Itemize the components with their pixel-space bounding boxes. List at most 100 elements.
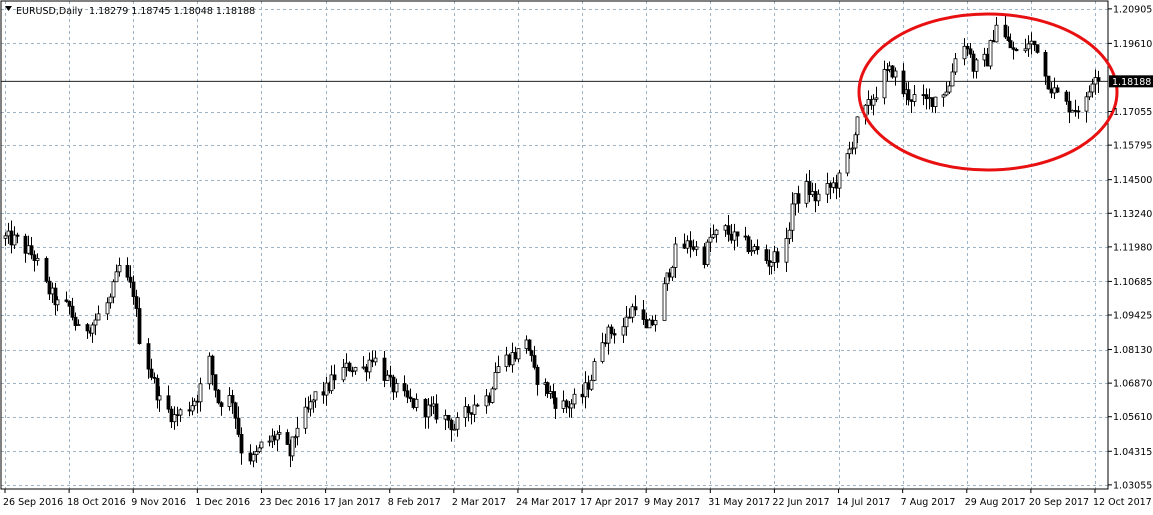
candle-body-bull bbox=[329, 374, 334, 392]
candle-body-bull bbox=[711, 234, 716, 238]
candle-body-bear bbox=[1073, 110, 1078, 112]
candle-body-bear bbox=[1043, 51, 1048, 77]
candle-body-bull bbox=[178, 409, 183, 416]
candle-body-bull bbox=[732, 231, 737, 241]
candle-body-bear bbox=[702, 246, 707, 265]
candle-body-bear bbox=[466, 406, 471, 414]
candle-body-bear bbox=[32, 254, 37, 261]
chart-background bbox=[0, 0, 1153, 515]
candle-body-bull bbox=[373, 357, 378, 363]
candle-body-bull bbox=[1070, 110, 1075, 113]
candle-body-bear bbox=[70, 305, 75, 318]
candle bbox=[259, 441, 264, 450]
candle-body-bear bbox=[23, 235, 28, 254]
candle-body-bull bbox=[50, 287, 55, 295]
candle-body-bull bbox=[793, 193, 798, 205]
candle-body-bull bbox=[198, 383, 203, 403]
candle-body-bull bbox=[816, 193, 821, 202]
candle-body-bear bbox=[726, 225, 731, 235]
candle-body-bull bbox=[708, 236, 713, 243]
candle-body-bull bbox=[653, 320, 658, 326]
candle-body-bear bbox=[449, 419, 454, 431]
candle-body-bear bbox=[529, 350, 534, 356]
candle-body-bull bbox=[662, 283, 667, 321]
x-tick-label: 8 Feb 2017 bbox=[388, 497, 441, 508]
x-tick-label: 7 Aug 2017 bbox=[901, 497, 956, 508]
x-tick-label: 1 Dec 2016 bbox=[195, 497, 250, 508]
candle-body-bear bbox=[688, 240, 693, 248]
y-tick-label: 1.06870 bbox=[1113, 379, 1152, 390]
candle-body-bear bbox=[233, 402, 238, 419]
candle-body-bull bbox=[472, 404, 477, 415]
price-chart[interactable]: 1.20905 1.19610 1.17055 1.15795 1.14500 1.132… bbox=[0, 0, 1153, 515]
candle-body-bull bbox=[3, 235, 8, 239]
candle-body-bull bbox=[35, 258, 40, 261]
candle-body-bull bbox=[752, 246, 757, 251]
candle-body-bull bbox=[1023, 48, 1028, 52]
candle-body-bear bbox=[388, 374, 393, 378]
candle-body-bear bbox=[921, 94, 926, 96]
candle-body-bear bbox=[9, 230, 14, 246]
candle-body-bull bbox=[443, 414, 448, 420]
candle-body-bull bbox=[583, 382, 588, 398]
candle-body-bull bbox=[804, 181, 809, 204]
candle-body-bear bbox=[350, 370, 355, 373]
candle-body-bull bbox=[324, 382, 329, 396]
candle-body-bear bbox=[1064, 91, 1069, 102]
candle-body-bear bbox=[586, 382, 591, 390]
candle-body-bull bbox=[105, 302, 110, 315]
y-tick-label: 1.05610 bbox=[1113, 412, 1152, 423]
candle-body-bear bbox=[535, 366, 540, 385]
candle-body-bear bbox=[627, 316, 632, 319]
x-tick-label: 29 Aug 2017 bbox=[965, 497, 1026, 508]
candle-body-bear bbox=[1076, 110, 1081, 113]
y-tick-label: 1.13240 bbox=[1113, 209, 1152, 220]
candle bbox=[490, 386, 495, 404]
candle-body-bear bbox=[423, 398, 428, 418]
candle-body-bull bbox=[484, 395, 489, 407]
candle-body-bull bbox=[290, 436, 295, 457]
candle-body-bear bbox=[1014, 48, 1019, 52]
x-tick-label: 23 Dec 2016 bbox=[259, 497, 320, 508]
candle-body-bear bbox=[1003, 24, 1008, 38]
candle bbox=[988, 39, 993, 70]
candle-body-bull bbox=[524, 339, 529, 350]
y-tick-label: 1.03055 bbox=[1113, 480, 1152, 491]
candle-body-bull bbox=[850, 147, 855, 150]
candle-body-bull bbox=[90, 324, 95, 334]
candle-body-bear bbox=[667, 272, 672, 278]
candle-body-bear bbox=[968, 48, 973, 55]
candle-body-bull bbox=[1090, 83, 1095, 93]
candle-body-bull bbox=[172, 414, 177, 423]
candle bbox=[207, 352, 212, 390]
candle-body-bull bbox=[694, 246, 699, 250]
candle-body-bull bbox=[982, 53, 987, 61]
candle-body-bull bbox=[621, 326, 626, 336]
candle-body-bull bbox=[117, 265, 122, 273]
candle-body-bull bbox=[190, 405, 195, 412]
candle bbox=[845, 152, 850, 177]
candle-body-bull bbox=[1093, 77, 1098, 85]
candle-body-bull bbox=[267, 440, 272, 443]
candle bbox=[662, 277, 667, 321]
candle-body-bull bbox=[111, 281, 116, 298]
candle-body-bull bbox=[561, 400, 566, 409]
x-tick-label: 22 Jun 2017 bbox=[772, 497, 829, 508]
candle-body-bull bbox=[295, 427, 300, 438]
candle-body-bear bbox=[1011, 47, 1016, 50]
candle-body-bear bbox=[347, 362, 352, 372]
candle bbox=[890, 65, 895, 79]
candle-body-bull bbox=[874, 97, 879, 100]
candle-body-bull bbox=[277, 432, 282, 435]
candle-body-bull bbox=[157, 395, 162, 401]
candle-body-bull bbox=[772, 251, 777, 263]
price-axis[interactable]: 1.20905 1.19610 1.17055 1.15795 1.14500 1.132… bbox=[1108, 4, 1153, 491]
candle bbox=[44, 256, 49, 284]
x-tick-label: 18 Oct 2016 bbox=[67, 497, 126, 508]
candle-body-bear bbox=[609, 326, 614, 335]
candle-body-bear bbox=[1006, 36, 1011, 42]
candle-body-bull bbox=[227, 395, 232, 407]
candle-body-bull bbox=[6, 230, 11, 237]
candle-body-bear bbox=[813, 191, 818, 202]
candle-body-bear bbox=[175, 414, 180, 417]
